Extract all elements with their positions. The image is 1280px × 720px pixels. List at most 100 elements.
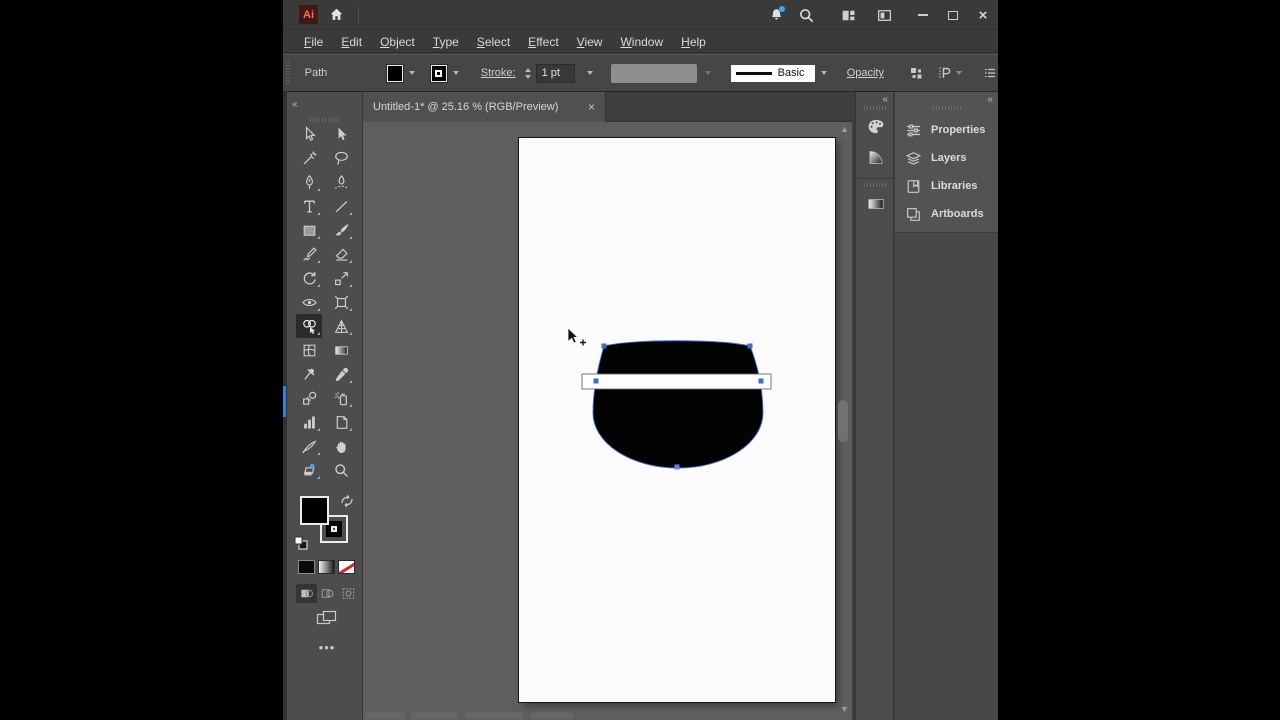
draw-normal-mode[interactable] <box>296 584 317 603</box>
none-button[interactable] <box>338 560 355 574</box>
blend-tool[interactable] <box>296 386 322 410</box>
control-bar-grip[interactable] <box>286 62 290 84</box>
stroke-dropdown-chevron-icon[interactable] <box>452 71 459 75</box>
draw-inside-mode[interactable] <box>338 584 359 603</box>
rectangle-tool[interactable] <box>296 218 322 242</box>
strip-grip-2[interactable] <box>863 183 886 187</box>
document-tab-title: Untitled-1* @ 25.16 % (RGB/Preview) <box>373 101 559 113</box>
swap-fill-stroke-icon[interactable] <box>340 494 354 512</box>
menu-help[interactable]: Help <box>672 35 715 49</box>
canvas[interactable]: ▲ ▼ <box>363 122 852 720</box>
width-tool[interactable] <box>296 290 322 314</box>
selection-type-label: Path <box>304 67 328 79</box>
document-tab[interactable]: Untitled-1* @ 25.16 % (RGB/Preview) × <box>363 92 606 122</box>
stroke-swatch-hole <box>435 69 443 77</box>
fill-indicator[interactable] <box>300 496 329 525</box>
slice-tool[interactable] <box>296 434 322 458</box>
menu-file[interactable]: File <box>295 35 332 49</box>
type-tool[interactable] <box>296 194 322 218</box>
fill-dropdown-chevron-icon[interactable] <box>409 71 416 75</box>
selected-shape[interactable] <box>363 122 852 720</box>
control-bar-menu-icon[interactable] <box>982 65 998 81</box>
vertical-scrollbar-thumb[interactable] <box>838 400 848 442</box>
eraser-tool[interactable] <box>328 242 354 266</box>
close-button[interactable]: × <box>968 3 998 27</box>
stroke-weight-chevron-icon[interactable] <box>586 71 593 75</box>
panel-tab-layers[interactable]: Layers <box>895 144 998 172</box>
menu-effect[interactable]: Effect <box>519 35 567 49</box>
color-type-buttons <box>298 560 355 574</box>
stroke-color-swatch[interactable] <box>430 63 448 83</box>
artboard-tool[interactable] <box>328 410 354 434</box>
color-guide-panel-icon[interactable] <box>856 144 896 170</box>
panel-tab-artboards[interactable]: Artboards <box>895 200 998 228</box>
menu-select[interactable]: Select <box>468 35 519 49</box>
scale-tool[interactable] <box>328 266 354 290</box>
menu-edit[interactable]: Edit <box>332 35 371 49</box>
draw-behind-mode[interactable] <box>317 584 338 603</box>
zoom-tool[interactable] <box>328 458 354 482</box>
edit-toolbar-button[interactable]: ••• <box>287 640 367 655</box>
arrange-documents-icon[interactable] <box>838 5 858 25</box>
stroke-weight-stepper[interactable] <box>524 67 531 79</box>
perspective-grid-tool[interactable] <box>328 314 354 338</box>
shaper-tool[interactable] <box>296 242 322 266</box>
eyedropper-tool[interactable] <box>328 362 354 386</box>
rotate-tool[interactable] <box>296 266 322 290</box>
hand-tool[interactable] <box>328 434 354 458</box>
toolbar-collapse-icon[interactable]: « <box>292 99 297 110</box>
opacity-label[interactable]: Opacity <box>847 67 884 79</box>
fill-color-swatch[interactable] <box>386 63 404 83</box>
print-tiling-tool[interactable] <box>296 458 322 482</box>
panel-tab-properties[interactable]: Properties <box>895 116 998 144</box>
gradient-button[interactable] <box>318 560 335 574</box>
workspace-switcher-icon[interactable] <box>874 5 894 25</box>
search-icon[interactable] <box>796 5 816 25</box>
dock-collapse-icon[interactable]: « <box>987 94 992 105</box>
mesh-tool[interactable] <box>296 338 322 362</box>
default-fill-stroke-icon[interactable] <box>294 536 308 555</box>
scroll-up-icon[interactable]: ▲ <box>840 124 849 134</box>
curvature-tool[interactable] <box>328 170 354 194</box>
home-icon[interactable] <box>326 5 346 25</box>
lasso-tool[interactable] <box>328 146 354 170</box>
change-screen-mode[interactable] <box>287 610 367 626</box>
panel-tab-libraries[interactable]: Libraries <box>895 172 998 200</box>
magic-wand-tool[interactable] <box>296 146 322 170</box>
document-tab-close-icon[interactable]: × <box>588 100 595 114</box>
column-graph-tool[interactable] <box>296 410 322 434</box>
menu-object[interactable]: Object <box>371 35 424 49</box>
strip-grip[interactable] <box>863 106 886 110</box>
stroke-style-dropdown[interactable]: Basic <box>730 64 815 82</box>
menu-type[interactable]: Type <box>424 35 468 49</box>
align-options-chevron-icon[interactable] <box>955 71 962 75</box>
direct-selection-tool[interactable] <box>328 122 354 146</box>
color-panel-icon[interactable] <box>856 114 896 140</box>
restore-button[interactable] <box>938 3 968 27</box>
minimize-button[interactable] <box>908 3 938 27</box>
align-options-icon[interactable] <box>936 65 962 81</box>
free-transform-tool[interactable] <box>328 290 354 314</box>
dock-grip[interactable] <box>932 106 961 110</box>
band-rect <box>581 373 772 390</box>
strip-collapse-icon[interactable]: « <box>882 94 887 105</box>
notifications-bell-icon[interactable] <box>766 5 786 25</box>
stroke-style-chevron-icon[interactable] <box>820 71 827 75</box>
stroke-weight-value[interactable]: 1 pt <box>535 63 575 83</box>
shape-builder-tool[interactable] <box>296 314 322 338</box>
stepper-up-icon[interactable] <box>524 67 531 72</box>
menu-window[interactable]: Window <box>611 35 672 49</box>
symbol-sprayer-tool[interactable] <box>328 386 354 410</box>
line-segment-tool[interactable] <box>328 194 354 218</box>
selection-tool[interactable] <box>296 122 322 146</box>
color-button[interactable] <box>298 560 315 574</box>
paintbrush-tool[interactable] <box>328 218 354 242</box>
pen-tool[interactable] <box>296 170 322 194</box>
puppet-warp-tool[interactable] <box>296 362 322 386</box>
stroke-weight-label[interactable]: Stroke: <box>481 67 516 79</box>
stepper-down-icon[interactable] <box>524 74 531 79</box>
gradient-tool[interactable] <box>328 338 354 362</box>
gradient-panel-icon[interactable] <box>856 191 896 217</box>
menu-view[interactable]: View <box>568 35 612 49</box>
align-objects-icon[interactable] <box>908 65 924 81</box>
